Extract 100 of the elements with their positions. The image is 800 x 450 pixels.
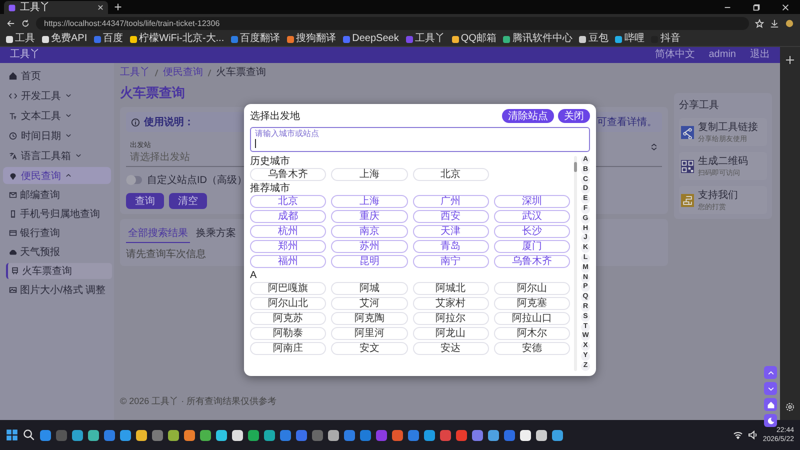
reload-icon[interactable] xyxy=(21,18,30,28)
result-tab[interactable]: 换乘方案 xyxy=(194,224,238,243)
clear-station-button[interactable]: 清除站点 xyxy=(502,109,554,123)
city-chip[interactable]: 阿龙山 xyxy=(412,327,489,340)
city-chip[interactable]: 阿克苏 xyxy=(250,312,326,325)
city-chip[interactable]: 阿克陶 xyxy=(331,312,408,325)
city-chip[interactable]: 杭州 xyxy=(250,225,326,238)
city-chip[interactable]: 西安 xyxy=(412,210,489,223)
app-icon[interactable] xyxy=(120,430,131,440)
city-chip[interactable]: 阿里河 xyxy=(331,327,408,340)
restore-icon[interactable] xyxy=(752,2,761,12)
city-chip[interactable]: 阿勒泰 xyxy=(250,327,326,340)
scroll-up-button[interactable] xyxy=(764,366,777,379)
browser-tab[interactable]: 工具丫 xyxy=(4,1,108,14)
city-chip[interactable]: 阿巴嘎旗 xyxy=(250,282,326,295)
city-chip[interactable]: 重庆 xyxy=(331,210,408,223)
bookmark[interactable]: 工具丫 xyxy=(406,33,445,45)
sidebar-subitem[interactable]: 邮编查询 xyxy=(6,187,112,203)
city-chip[interactable]: 安文 xyxy=(331,342,408,355)
sidebar-item[interactable]: 语言工具箱 xyxy=(3,147,111,164)
search-button[interactable]: 查询 xyxy=(126,193,164,209)
city-chip[interactable]: 阿拉尔 xyxy=(412,312,489,325)
city-chip[interactable]: 北京 xyxy=(250,195,326,208)
city-chip[interactable]: 天津 xyxy=(412,225,489,238)
app-icon[interactable] xyxy=(536,430,547,440)
app-icon[interactable] xyxy=(264,430,275,440)
sidebar-subitem[interactable]: 银行查询 xyxy=(6,225,112,241)
city-chip[interactable]: 阿尔山北 xyxy=(250,297,326,310)
city-chip[interactable]: 深圳 xyxy=(494,195,570,208)
city-chip[interactable]: 上海 xyxy=(331,168,408,181)
city-chip[interactable]: 乌鲁木齐 xyxy=(250,168,326,181)
bookmark[interactable]: 豆包 xyxy=(579,33,608,45)
app-icon[interactable] xyxy=(328,430,339,440)
city-chip[interactable]: 南京 xyxy=(331,225,408,238)
city-chip[interactable]: 上海 xyxy=(331,195,408,208)
city-chip[interactable]: 阿克塞 xyxy=(494,297,570,310)
sidebar-subitem[interactable]: 图片大小/格式 调整 xyxy=(6,282,112,298)
sidebar-subitem[interactable]: 天气预报 xyxy=(6,244,112,260)
close-icon[interactable] xyxy=(781,2,790,12)
city-chip[interactable]: 南宁 xyxy=(412,255,489,268)
extension-icon[interactable] xyxy=(785,18,794,28)
bookmark[interactable]: 柠檬WiFi-北京-大... xyxy=(130,33,224,45)
sidebar-item[interactable]: 文本工具 xyxy=(3,107,111,124)
app-icon[interactable] xyxy=(136,430,147,440)
city-chip[interactable]: 长沙 xyxy=(494,225,570,238)
start-icon[interactable] xyxy=(6,429,18,441)
app-icon[interactable] xyxy=(184,430,195,440)
sidebar-item[interactable]: 时间日期 xyxy=(3,127,111,144)
city-chip[interactable]: 青岛 xyxy=(412,240,489,253)
city-chip[interactable]: 阿城北 xyxy=(412,282,489,295)
close-button[interactable]: 关闭 xyxy=(558,109,590,123)
city-chip[interactable]: 安德 xyxy=(494,342,570,355)
bookmark[interactable]: 百度 xyxy=(94,33,124,45)
city-chip[interactable]: 阿木尔 xyxy=(494,327,570,340)
logout-link[interactable]: 退出 xyxy=(750,49,770,61)
app-icon[interactable] xyxy=(168,430,179,440)
city-chip[interactable]: 武汉 xyxy=(494,210,570,223)
city-chip[interactable]: 郑州 xyxy=(250,240,326,253)
app-icon[interactable] xyxy=(248,430,259,440)
station-search-field[interactable]: 请输入城市或站点 xyxy=(250,127,590,152)
bookmark[interactable]: 免费API xyxy=(42,33,88,45)
sidebar-subitem[interactable]: 火车票查询 xyxy=(6,263,112,279)
search-icon[interactable] xyxy=(23,429,35,441)
home-button[interactable] xyxy=(764,398,777,411)
clear-button[interactable]: 清空 xyxy=(169,193,207,209)
back-icon[interactable] xyxy=(6,18,15,28)
app-icon[interactable] xyxy=(72,430,83,440)
city-chip[interactable]: 艾家村 xyxy=(412,297,489,310)
toggle-switch[interactable] xyxy=(126,176,142,184)
bookmark[interactable]: DeepSeek xyxy=(343,33,399,45)
bookmark[interactable]: 哔哩 xyxy=(615,33,644,45)
city-chip[interactable]: 安达 xyxy=(412,342,489,355)
city-chip[interactable]: 厦门 xyxy=(494,240,570,253)
app-icon[interactable] xyxy=(88,430,99,440)
download-icon[interactable] xyxy=(770,18,779,28)
app-icon[interactable] xyxy=(232,430,243,440)
app-icon[interactable] xyxy=(552,430,563,440)
city-chip[interactable]: 阿南庄 xyxy=(250,342,326,355)
new-tab-icon[interactable] xyxy=(114,3,122,11)
city-chip[interactable]: 福州 xyxy=(250,255,326,268)
bookmark[interactable]: 腾讯软件中心 xyxy=(503,33,572,45)
language-link[interactable]: 简体中文 xyxy=(654,49,695,61)
app-icon[interactable] xyxy=(488,430,499,440)
bookmark[interactable]: 工具 xyxy=(6,33,35,45)
app-icon[interactable] xyxy=(216,430,227,440)
address-bar[interactable]: https://localhost:44347/tools/life/train-ticket-12306 xyxy=(36,16,749,30)
bookmark[interactable]: 搜狗翻译 xyxy=(287,33,336,45)
bookmark[interactable]: 百度翻译 xyxy=(231,33,280,45)
settings-icon[interactable] xyxy=(785,402,795,412)
bookmark[interactable]: 抖音 xyxy=(651,33,680,45)
city-chip[interactable]: 乌鲁木齐 xyxy=(494,255,570,268)
wifi-icon[interactable] xyxy=(732,430,743,440)
city-chip[interactable]: 苏州 xyxy=(331,240,408,253)
city-chip[interactable]: 成都 xyxy=(250,210,326,223)
city-chip[interactable]: 艾河 xyxy=(331,297,408,310)
close-icon[interactable] xyxy=(97,4,104,11)
app-icon[interactable] xyxy=(520,430,531,440)
city-chip[interactable]: 广州 xyxy=(412,195,489,208)
add-icon[interactable] xyxy=(785,55,795,65)
sidebar-item[interactable]: 开发工具 xyxy=(3,87,111,104)
